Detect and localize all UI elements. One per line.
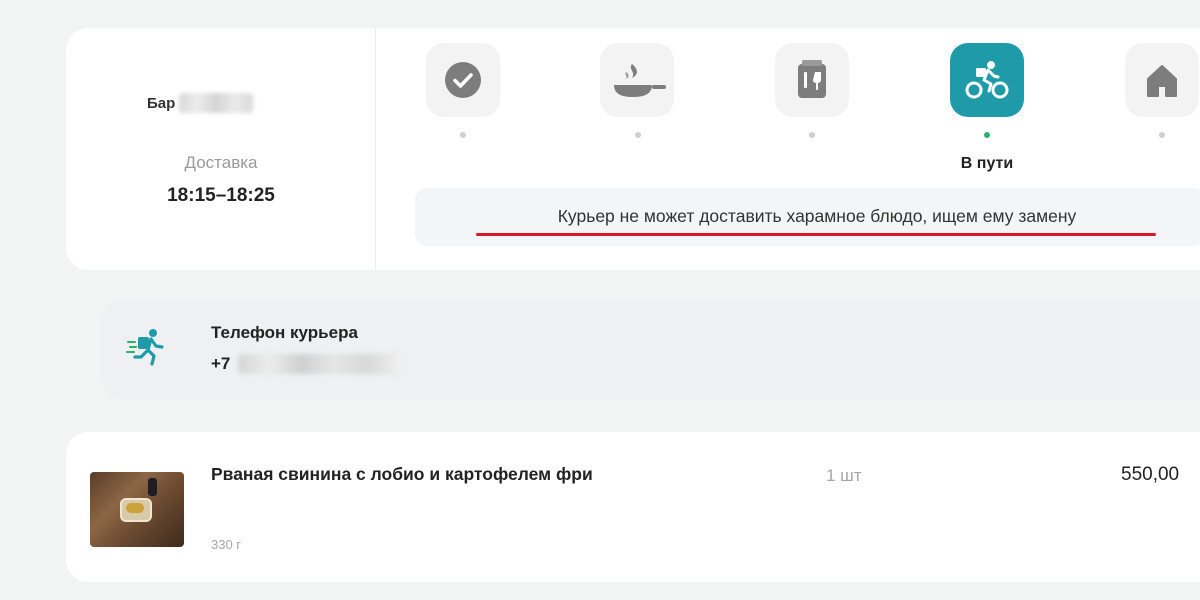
step-dot bbox=[635, 132, 641, 138]
running-courier-icon bbox=[126, 329, 164, 366]
shop-name-redacted bbox=[179, 93, 254, 113]
phone-redacted bbox=[238, 354, 399, 374]
step-packing bbox=[775, 43, 849, 117]
step-accepted bbox=[426, 43, 500, 117]
courier-phone-title: Телефон курьера bbox=[211, 323, 358, 342]
courier-phone-card[interactable] bbox=[100, 300, 1200, 400]
step-delivered bbox=[1125, 43, 1199, 117]
check-icon bbox=[445, 62, 481, 98]
status-message: Курьер не может доставить харамное блюдо… bbox=[557, 206, 1077, 226]
shop-name-text: Бар bbox=[147, 94, 176, 112]
delivery-time: 18:15–18:25 bbox=[167, 185, 275, 206]
item-name: Рваная свинина с лобио и картофелем фри bbox=[211, 464, 593, 484]
home-icon bbox=[1147, 65, 1177, 97]
current-step-label: В пути bbox=[960, 155, 1014, 172]
delivery-label: Доставка bbox=[184, 153, 258, 172]
step-dot bbox=[809, 132, 815, 138]
item-price: 550,00 bbox=[1121, 464, 1180, 485]
order-item-card bbox=[66, 432, 1200, 582]
packaging-icon bbox=[798, 60, 826, 98]
step-dot-active bbox=[984, 132, 990, 138]
step-cooking bbox=[600, 43, 674, 117]
step-dot bbox=[460, 132, 466, 138]
item-quantity: 1 шт bbox=[826, 466, 862, 485]
order-summary-panel bbox=[66, 28, 376, 270]
bicycle-courier-icon bbox=[965, 61, 1009, 99]
phone-prefix: +7 bbox=[211, 354, 231, 373]
shop-name: Бар bbox=[147, 93, 254, 113]
red-underline-annotation bbox=[476, 233, 1156, 236]
courier-phone-number[interactable]: +7 bbox=[211, 354, 399, 374]
item-photo bbox=[90, 472, 184, 547]
step-on-the-way bbox=[950, 43, 1024, 117]
frying-pan-icon bbox=[614, 64, 666, 97]
step-dot bbox=[1159, 132, 1165, 138]
item-weight: 330 г bbox=[211, 537, 242, 552]
